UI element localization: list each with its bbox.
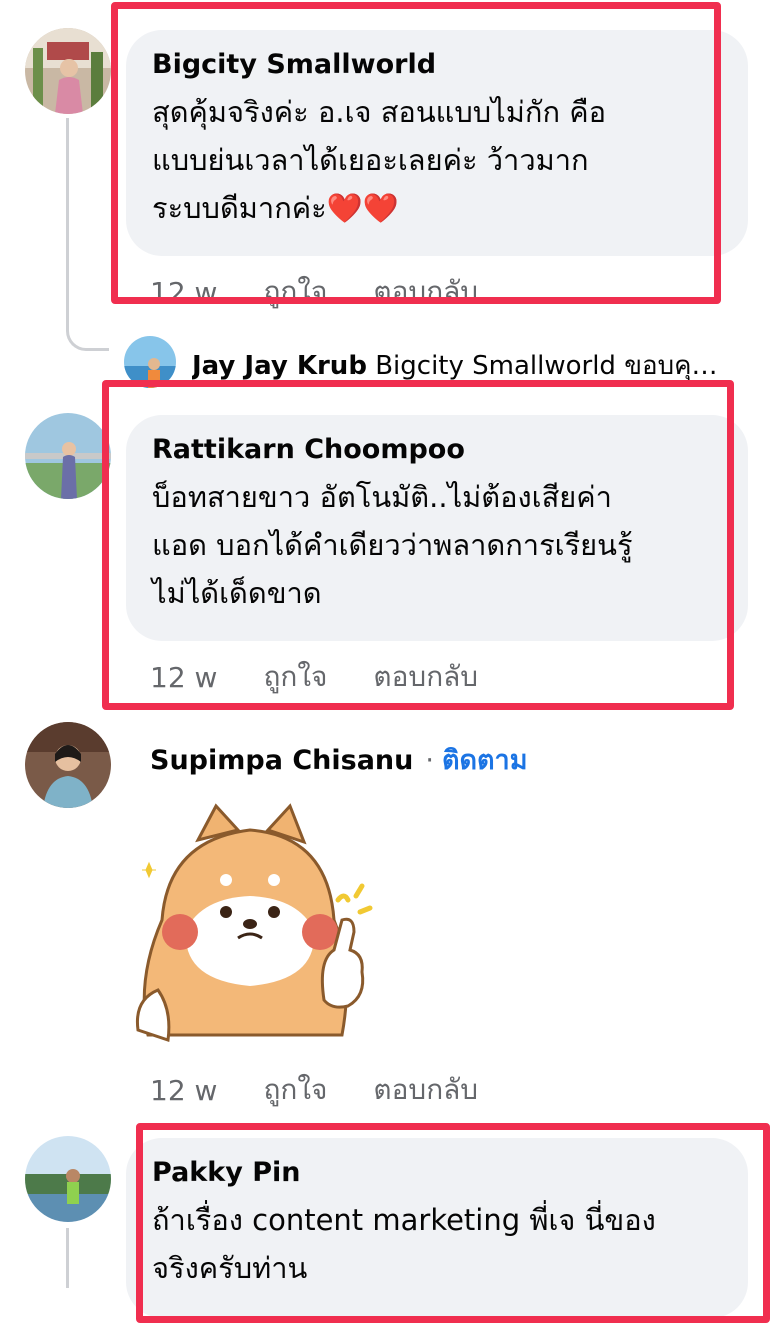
comment-text: บ็อทสายขาว อัตโนมัติ..ไม่ต้องเสียค่า แอด… xyxy=(152,480,633,610)
reply-preview[interactable]: Jay Jay Krub Bigcity Smallworld ขอบคุ… xyxy=(192,345,762,386)
like-button[interactable]: ถูกใจ xyxy=(263,1068,327,1112)
comment-text: ถ้าเรื่อง content marketing พี่เจ นี่ของ… xyxy=(152,1203,656,1285)
reply-button[interactable]: ตอบกลับ xyxy=(373,655,478,699)
heart-emoji: ❤️❤️ xyxy=(326,191,399,225)
thread-line xyxy=(66,1228,69,1288)
comment-time: 12 w xyxy=(150,1073,218,1107)
avatar[interactable] xyxy=(25,1136,111,1222)
comment-actions: 12 w ถูกใจ ตอบกลับ xyxy=(150,1068,478,1112)
comment-bubble[interactable]: Bigcity Smallworld สุดคุ้มจริงค่ะ อ.เจ ส… xyxy=(126,30,748,256)
avatar[interactable] xyxy=(124,336,176,388)
comment-author[interactable]: Rattikarn Choompoo xyxy=(152,433,724,467)
comment-time: 12 w xyxy=(150,275,218,309)
comment-actions: 12 w ถูกใจ ตอบกลับ xyxy=(150,270,478,314)
comment-header: Supimpa Chisanu · ติดตาม xyxy=(150,738,528,781)
follow-button[interactable]: ติดตาม xyxy=(442,745,528,776)
comment-text: สุดคุ้มจริงค่ะ อ.เจ สอนแบบไม่กัก คือ แบบ… xyxy=(152,88,724,232)
reply-button[interactable]: ตอบกลับ xyxy=(373,1068,478,1112)
comment-actions: 12 w ถูกใจ ตอบกลับ xyxy=(150,655,478,699)
shiba-sticker[interactable] xyxy=(128,800,388,1055)
comment-bubble[interactable]: Rattikarn Choompoo บ็อทสายขาว อัตโนมัติ.… xyxy=(126,415,748,641)
avatar[interactable] xyxy=(25,413,111,499)
like-button[interactable]: ถูกใจ xyxy=(263,270,327,314)
thread-line xyxy=(66,118,109,351)
comment-author[interactable]: Bigcity Smallworld xyxy=(152,48,724,82)
comment-author[interactable]: Pakky Pin xyxy=(152,1156,724,1190)
comment-bubble[interactable]: Pakky Pin ถ้าเรื่อง content marketing พี… xyxy=(126,1138,748,1318)
avatar[interactable] xyxy=(25,28,111,114)
sticker-image xyxy=(135,803,373,1042)
like-button[interactable]: ถูกใจ xyxy=(263,655,327,699)
comment-time: 12 w xyxy=(150,660,218,694)
avatar[interactable] xyxy=(25,722,111,808)
reply-text: Bigcity Smallworld ขอบคุ… xyxy=(375,351,718,381)
comment-author[interactable]: Supimpa Chisanu xyxy=(150,745,413,776)
reply-author[interactable]: Jay Jay Krub xyxy=(192,351,367,381)
reply-button[interactable]: ตอบกลับ xyxy=(373,270,478,314)
separator-dot: · xyxy=(425,745,434,776)
